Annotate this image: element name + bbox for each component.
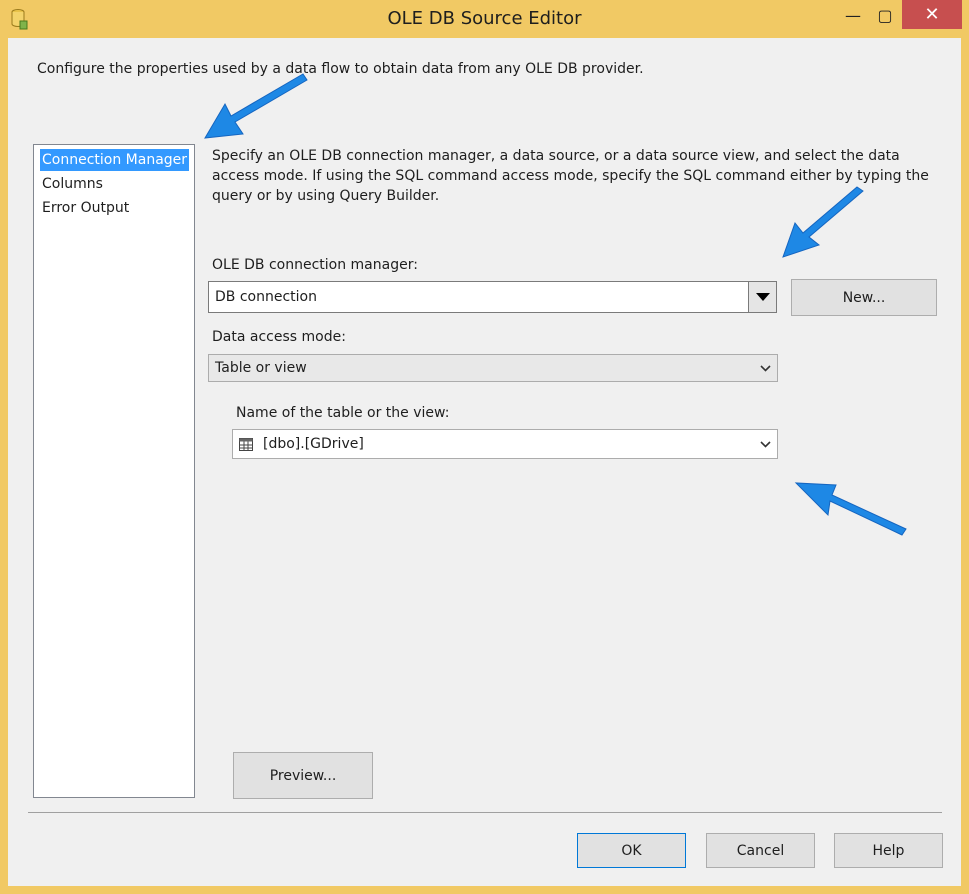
dialog-client-area: Configure the properties used by a data … xyxy=(8,38,961,886)
connection-manager-value: DB connection xyxy=(215,289,317,305)
chevron-down-icon xyxy=(760,355,771,381)
data-access-mode-value: Table or view xyxy=(215,360,307,376)
help-button[interactable]: Help xyxy=(834,833,943,868)
navigation-list: Connection Manager Columns Error Output xyxy=(33,144,195,798)
annotation-arrow-icon xyxy=(794,482,907,536)
preview-button[interactable]: Preview... xyxy=(233,752,373,799)
maximize-button[interactable]: ▢ xyxy=(868,0,902,30)
dialog-description: Configure the properties used by a data … xyxy=(37,61,644,77)
data-access-mode-select[interactable]: Table or view xyxy=(208,354,778,382)
nav-item-error-output[interactable]: Error Output xyxy=(40,197,131,219)
chevron-down-icon xyxy=(760,430,771,458)
nav-item-columns[interactable]: Columns xyxy=(40,173,105,195)
annotation-arrow-icon xyxy=(204,73,308,139)
dropdown-arrow-icon[interactable] xyxy=(748,282,776,312)
ok-button[interactable]: OK xyxy=(577,833,686,868)
table-name-value: [dbo].[GDrive] xyxy=(263,436,364,452)
window-title: OLE DB Source Editor xyxy=(387,8,582,29)
new-connection-button[interactable]: New... xyxy=(791,279,937,316)
table-icon xyxy=(239,438,253,451)
table-name-select[interactable]: [dbo].[GDrive] xyxy=(232,429,778,459)
nav-item-connection-manager[interactable]: Connection Manager xyxy=(40,149,190,171)
title-bar[interactable]: OLE DB Source Editor — ▢ ✕ xyxy=(0,0,969,38)
connection-manager-select[interactable]: DB connection xyxy=(208,281,777,313)
footer-separator xyxy=(28,812,942,813)
close-button[interactable]: ✕ xyxy=(902,0,962,29)
annotation-arrow-icon xyxy=(782,186,864,258)
data-access-mode-label: Data access mode: xyxy=(212,329,346,345)
connection-manager-label: OLE DB connection manager: xyxy=(212,257,418,273)
table-name-label: Name of the table or the view: xyxy=(236,405,450,421)
dialog-window: OLE DB Source Editor — ▢ ✕ Configure the… xyxy=(0,0,969,894)
minimize-button[interactable]: — xyxy=(836,0,870,30)
cancel-button[interactable]: Cancel xyxy=(706,833,815,868)
